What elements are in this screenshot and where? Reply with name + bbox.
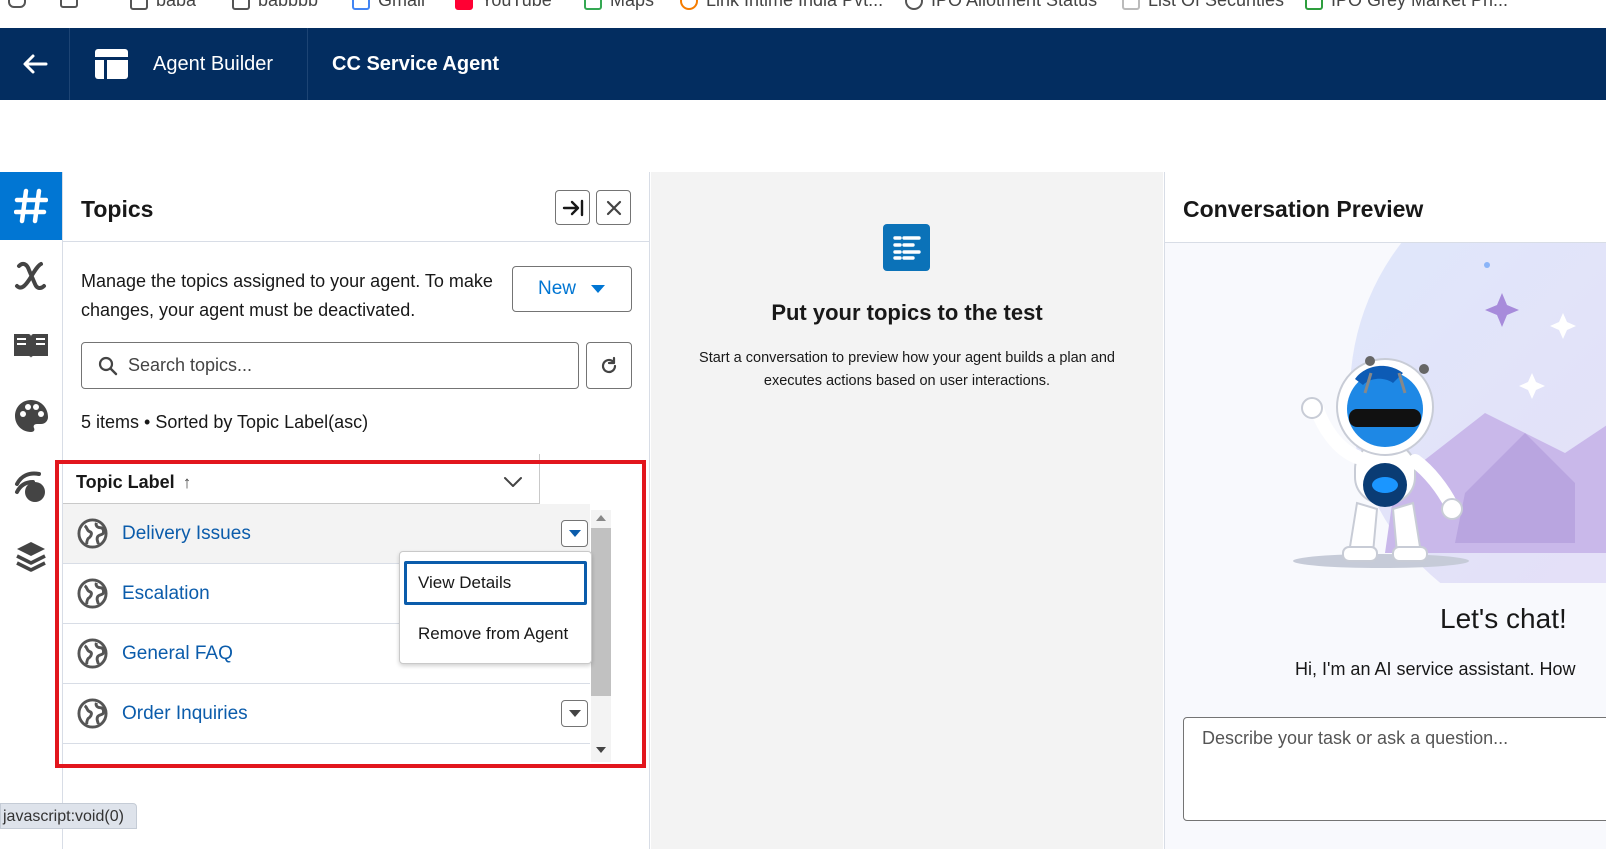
folder-icon bbox=[232, 0, 250, 10]
signal-icon bbox=[15, 471, 45, 502]
rail-variables[interactable] bbox=[0, 242, 62, 310]
document-icon bbox=[1122, 0, 1140, 10]
bookmark-item[interactable]: baba bbox=[130, 0, 196, 11]
panel-header: Topics bbox=[63, 172, 650, 242]
panel-title: Topics bbox=[81, 196, 154, 222]
bookmarks-bar: baba babbbb Gmail YouTube Maps Link Inti… bbox=[0, 0, 1606, 28]
search-topics-box[interactable] bbox=[81, 342, 579, 389]
list-icon bbox=[883, 224, 930, 271]
menu-item-remove-from-agent[interactable]: Remove from Agent bbox=[404, 612, 587, 656]
panel-description: Manage the topics assigned to your agent… bbox=[81, 271, 493, 320]
panel-title: Conversation Preview bbox=[1183, 196, 1424, 222]
bookmark-item[interactable]: Gmail bbox=[352, 0, 425, 11]
bookmark-item[interactable]: babbbb bbox=[232, 0, 318, 11]
rail-appearance[interactable] bbox=[0, 382, 62, 450]
menu-item-view-details[interactable]: View Details bbox=[404, 561, 587, 605]
left-rail bbox=[0, 172, 63, 849]
close-icon bbox=[606, 200, 621, 215]
status-bar-url: javascript:void(0) bbox=[0, 803, 137, 829]
rail-library[interactable] bbox=[0, 312, 62, 380]
new-button-label: New bbox=[537, 278, 576, 299]
arrow-left-icon bbox=[23, 54, 47, 74]
rail-connections[interactable] bbox=[0, 452, 62, 520]
row-action-menu: View Details Remove from Agent bbox=[399, 551, 592, 664]
browser-menu-icon[interactable] bbox=[8, 0, 26, 8]
bookmark-item[interactable]: YouTube bbox=[455, 0, 552, 11]
agent-name: CC Service Agent bbox=[332, 53, 500, 75]
bookmark-item[interactable]: IPO Allotment Status bbox=[905, 0, 1097, 11]
globe-icon bbox=[905, 0, 923, 10]
test-canvas: Put your topics to the test Start a conv… bbox=[651, 172, 1163, 849]
canvas-description: Start a conversation to preview how your… bbox=[699, 350, 1115, 389]
close-panel-button[interactable] bbox=[596, 190, 631, 225]
new-topic-button[interactable]: New bbox=[512, 266, 632, 312]
collapse-right-icon bbox=[562, 199, 583, 216]
link-icon bbox=[680, 0, 698, 10]
youtube-icon bbox=[455, 0, 473, 10]
bookmark-item[interactable]: Link Intime India Pvt... bbox=[680, 0, 883, 11]
rail-topics[interactable] bbox=[0, 172, 62, 240]
gmail-icon bbox=[352, 0, 370, 10]
back-button[interactable] bbox=[0, 28, 70, 100]
book-open-icon bbox=[14, 334, 48, 358]
astro-illustration bbox=[1293, 243, 1606, 583]
bookmark-item[interactable]: List Of Securities bbox=[1122, 0, 1284, 11]
variable-x-icon bbox=[15, 261, 46, 291]
app-title: Agent Builder bbox=[153, 52, 274, 75]
list-meta: 5 items • Sorted by Topic Label(asc) bbox=[81, 412, 369, 432]
app-launcher[interactable]: Agent Builder bbox=[70, 28, 308, 100]
refresh-icon bbox=[601, 356, 617, 373]
layers-icon bbox=[16, 542, 46, 572]
chart-icon bbox=[1305, 0, 1323, 10]
caret-down-icon bbox=[591, 285, 605, 293]
conversation-preview-panel: Conversation Preview Let's chat! Hi, I'm… bbox=[1164, 172, 1606, 849]
chat-welcome-title: Let's chat! bbox=[1440, 603, 1567, 634]
chat-input[interactable] bbox=[1202, 728, 1602, 788]
refresh-button[interactable] bbox=[586, 342, 632, 389]
apps-grid-icon[interactable] bbox=[60, 0, 78, 8]
hash-icon bbox=[14, 188, 48, 224]
chat-input-box[interactable] bbox=[1183, 717, 1606, 821]
global-header: Agent Builder CC Service Agent bbox=[0, 28, 1606, 100]
bookmark-item[interactable]: Maps bbox=[584, 0, 654, 11]
rail-layers[interactable] bbox=[0, 522, 62, 590]
search-input[interactable] bbox=[128, 355, 548, 376]
palette-icon bbox=[15, 400, 48, 432]
chat-welcome-subtitle: Hi, I'm an AI service assistant. How bbox=[1295, 659, 1576, 679]
collapse-panel-button[interactable] bbox=[555, 190, 590, 225]
folder-icon bbox=[130, 0, 148, 10]
bookmark-item[interactable]: IPO Grey Market Pri... bbox=[1305, 0, 1508, 11]
canvas-title: Put your topics to the test bbox=[771, 300, 1043, 325]
chat-area: Let's chat! Hi, I'm an AI service assist… bbox=[1165, 242, 1606, 849]
maps-icon bbox=[584, 0, 602, 10]
layout-icon bbox=[95, 49, 128, 79]
search-icon bbox=[98, 356, 118, 375]
